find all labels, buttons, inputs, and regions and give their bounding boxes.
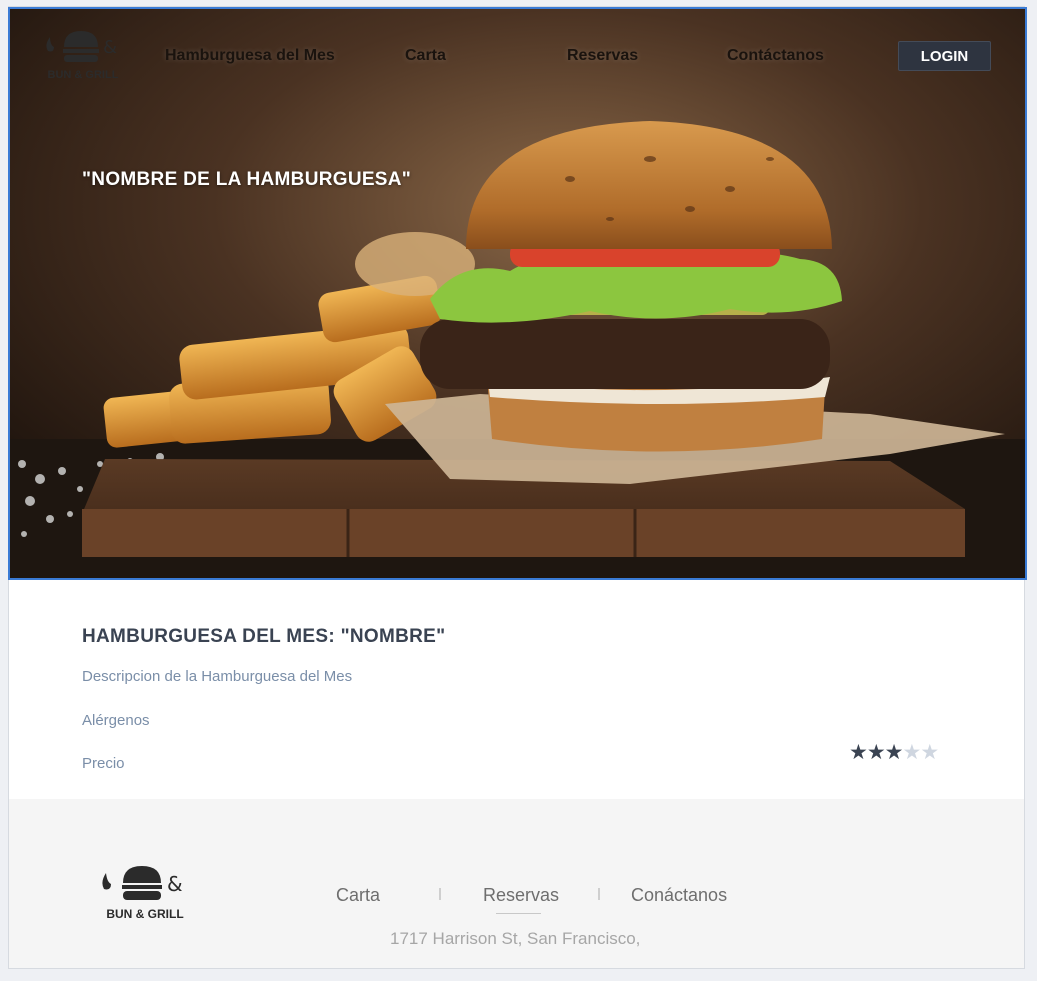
star-rating[interactable]: ★★★★★ bbox=[849, 740, 939, 765]
svg-text:&: & bbox=[103, 37, 117, 58]
nav-item-reservas[interactable]: Reservas bbox=[567, 47, 638, 65]
hero-title: "NOMBRE DE LA HAMBURGUESA" bbox=[82, 169, 412, 190]
footer-address: 1717 Harrison St, San Francisco, bbox=[390, 929, 641, 948]
burger-hero-image bbox=[10, 9, 1025, 578]
login-button[interactable]: LOGIN bbox=[898, 41, 991, 71]
footer-divider bbox=[598, 888, 600, 900]
star-filled-icon[interactable]: ★ bbox=[885, 741, 904, 764]
burger-price: Precio bbox=[82, 755, 125, 772]
nav-item-carta[interactable]: Carta bbox=[405, 47, 446, 65]
star-empty-icon[interactable]: ★ bbox=[920, 741, 939, 764]
footer-link-contactanos[interactable]: Conáctanos bbox=[631, 885, 727, 906]
footer: & BUN & GRILL Carta Reservas Conáctanos … bbox=[9, 799, 1024, 968]
nav-item-contactanos[interactable]: Contáctanos bbox=[727, 47, 824, 65]
burger-logo-icon: & BUN & GRILL bbox=[102, 866, 184, 921]
footer-logo-text: BUN & GRILL bbox=[106, 907, 183, 921]
footer-divider bbox=[439, 888, 441, 900]
hero-banner: & BUN & GRILL Hamburguesa del Mes Carta … bbox=[8, 7, 1027, 580]
burger-description: Descripcion de la Hamburguesa del Mes bbox=[82, 668, 353, 685]
star-filled-icon[interactable]: ★ bbox=[849, 741, 868, 764]
burger-of-month-heading: HAMBURGUESA DEL MES: "NOMBRE" bbox=[82, 626, 446, 647]
brand-logo[interactable]: & BUN & GRILL bbox=[40, 27, 126, 83]
nav-item-hamburguesa-del-mes[interactable]: Hamburguesa del Mes bbox=[165, 47, 335, 65]
footer-active-underline bbox=[496, 913, 541, 914]
brand-logo-text: BUN & GRILL bbox=[48, 69, 119, 81]
svg-text:&: & bbox=[167, 872, 183, 896]
footer-logo[interactable]: & BUN & GRILL bbox=[99, 861, 191, 923]
footer-link-reservas[interactable]: Reservas bbox=[483, 885, 559, 906]
burger-logo-icon: & BUN & GRILL bbox=[46, 31, 119, 81]
star-filled-icon[interactable]: ★ bbox=[867, 741, 886, 764]
star-empty-icon[interactable]: ★ bbox=[902, 741, 921, 764]
footer-link-carta[interactable]: Carta bbox=[336, 885, 380, 906]
burger-of-month-section: HAMBURGUESA DEL MES: "NOMBRE" Descripcio… bbox=[9, 580, 1024, 799]
burger-allergens: Alérgenos bbox=[82, 712, 150, 729]
